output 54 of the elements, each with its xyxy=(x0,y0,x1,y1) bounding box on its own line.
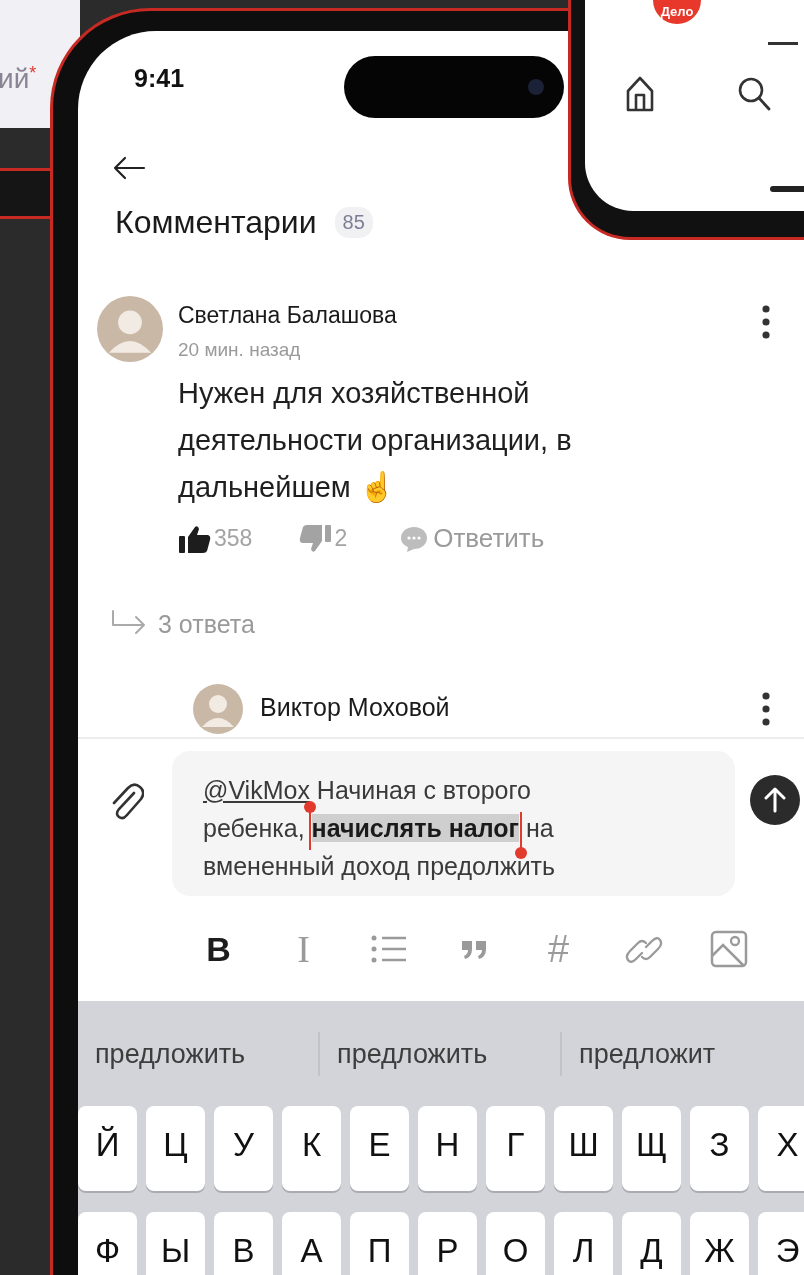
message-input[interactable]: @VikMox Начиная с второго ребенка, начислять налог на вмененный доход предолжить xyxy=(172,751,735,896)
message-text: @VikMox Начиная с второго ребенка, начислять налог на вмененный доход предолжить xyxy=(203,775,557,882)
keyboard-key[interactable]: Х xyxy=(758,1106,804,1191)
keyboard-key[interactable]: Щ xyxy=(622,1106,681,1191)
image-icon[interactable] xyxy=(709,930,748,968)
comment-author[interactable]: Светлана Балашова xyxy=(178,302,397,329)
comment-time: 20 мин. назад xyxy=(178,339,301,361)
comment-author[interactable]: Виктор Моховой xyxy=(260,693,450,722)
more-options-icon[interactable] xyxy=(762,692,770,726)
back-arrow-icon[interactable] xyxy=(112,156,146,180)
keyboard-key[interactable]: Й xyxy=(78,1106,137,1191)
more-options-icon[interactable] xyxy=(762,305,770,339)
word-suggestion[interactable]: предложить xyxy=(78,1031,321,1076)
search-icon[interactable] xyxy=(737,76,771,112)
page-title: Комментарии xyxy=(115,204,317,241)
word-suggestion[interactable]: предложит xyxy=(562,1031,804,1076)
thumbs-down-icon[interactable] xyxy=(298,523,333,554)
keyboard-key[interactable]: З xyxy=(690,1106,749,1191)
keyboard-key[interactable]: Э xyxy=(758,1212,804,1275)
keyboard-key[interactable]: Л xyxy=(554,1212,613,1275)
bold-button[interactable]: B xyxy=(176,927,261,971)
thumbs-up-icon[interactable] xyxy=(178,523,212,554)
comment-text: Нужен для хозяйственной деятельности организации, в дальнейшем ☝ xyxy=(178,376,573,505)
home-indicator xyxy=(770,186,804,192)
keyboard-key[interactable]: О xyxy=(486,1212,545,1275)
send-button[interactable] xyxy=(750,775,800,825)
camera-lens xyxy=(528,79,544,95)
keyboard-key[interactable]: А xyxy=(282,1212,341,1275)
like-count: 358 xyxy=(214,525,253,552)
keyboard-key[interactable]: Е xyxy=(350,1106,409,1191)
keyboard-key[interactable]: В xyxy=(214,1212,273,1275)
comment-count: 85 xyxy=(334,207,373,238)
mention-link[interactable]: @VikMox xyxy=(203,776,310,804)
keyboard-key[interactable]: Д xyxy=(622,1212,681,1275)
speech-bubble-icon xyxy=(399,524,430,553)
logo: Дело xyxy=(653,0,701,24)
keyboard-key[interactable]: Ы xyxy=(146,1212,205,1275)
arrow-up-icon xyxy=(763,787,787,813)
keyboard-key[interactable]: К xyxy=(282,1106,341,1191)
home-icon[interactable] xyxy=(625,75,655,113)
form-label: ий* xyxy=(0,63,37,95)
keyboard-key[interactable]: Ц xyxy=(146,1106,205,1191)
tab-indicator xyxy=(768,42,798,45)
keyboard-key[interactable]: У xyxy=(214,1106,273,1191)
keyboard-key[interactable]: Р xyxy=(418,1212,477,1275)
keyboard-key[interactable]: Ж xyxy=(690,1212,749,1275)
word-suggestion[interactable]: предложить xyxy=(320,1031,563,1076)
keyboard-key[interactable]: Н xyxy=(418,1106,477,1191)
status-time: 9:41 xyxy=(134,64,185,93)
dislike-count: 2 xyxy=(334,525,348,552)
keyboard-key[interactable]: Ф xyxy=(78,1212,137,1275)
keyboard-key[interactable]: Ш xyxy=(554,1106,613,1191)
keyboard-key[interactable]: П xyxy=(350,1212,409,1275)
keyboard-key[interactable]: Г xyxy=(486,1106,545,1191)
